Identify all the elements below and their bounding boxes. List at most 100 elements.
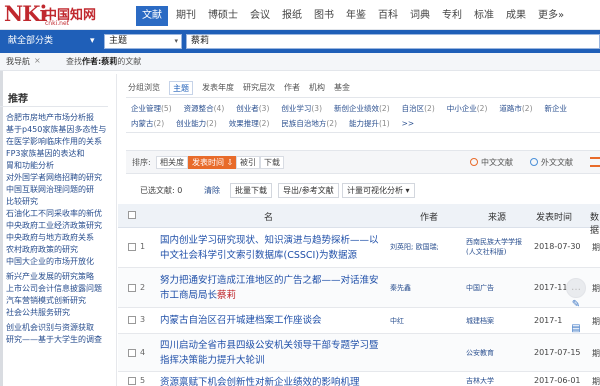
tab-author[interactable]: 作者 bbox=[284, 81, 300, 95]
tab-fund[interactable]: 基金 bbox=[334, 81, 350, 95]
nav-tab-books[interactable]: 图书 bbox=[310, 6, 338, 26]
recommend-item[interactable]: FP3家族基因的表达和 bbox=[6, 148, 110, 160]
nav-tab-more[interactable]: 更多» bbox=[534, 6, 568, 26]
sidebar-title: 推荐 bbox=[8, 94, 28, 105]
export-references-button[interactable]: 导出/参考文献 bbox=[278, 183, 339, 198]
tab-publish-year[interactable]: 发表年度 bbox=[202, 81, 234, 95]
tab-group-browse[interactable]: 分组浏览 bbox=[128, 81, 160, 95]
recommend-item[interactable]: 中央政府与地方政府关系 bbox=[6, 232, 110, 244]
nav-tab-standards[interactable]: 标准 bbox=[470, 6, 498, 26]
nav-tab-conferences[interactable]: 会议 bbox=[246, 6, 274, 26]
breadcrumb-prefix: 查找 bbox=[66, 57, 82, 66]
nav-tab-achievements[interactable]: 成果 bbox=[502, 6, 530, 26]
topic-filter-item[interactable]: 能力提升(1) bbox=[349, 117, 390, 130]
recommend-item[interactable]: 汽车营销模式创新研究 bbox=[6, 295, 110, 307]
recommend-item[interactable]: 胃和功能分析 bbox=[6, 160, 110, 172]
recommend-item[interactable]: 新兴产业发展的研究策略 bbox=[6, 271, 110, 283]
list-view-icon[interactable] bbox=[590, 157, 600, 167]
result-title-link[interactable]: 内蒙古自治区召开城建档案工作座谈会 bbox=[160, 313, 382, 328]
close-icon[interactable]: × bbox=[34, 56, 41, 65]
result-source[interactable]: 中国广告 bbox=[466, 283, 524, 293]
recommend-item[interactable]: 农村政府政策的研究 bbox=[6, 244, 110, 256]
result-source[interactable]: 西南民族大学学报(人文社科版) bbox=[466, 237, 524, 257]
topic-filter-item[interactable]: 道路市(2) bbox=[499, 102, 532, 115]
recommend-item[interactable]: 研究——基于大学生的调查 bbox=[6, 334, 110, 346]
topic-filter-item[interactable]: 内蒙古(2) bbox=[131, 117, 164, 130]
result-source[interactable]: 公安教育 bbox=[466, 348, 524, 358]
nav-tab-dictionary[interactable]: 词典 bbox=[406, 6, 434, 26]
result-title-link[interactable]: 国内创业学习研究现状、知识演进与趋势探析——以中文社会科学引文索引数据库(CSS… bbox=[160, 233, 382, 263]
chinese-literature-toggle[interactable]: 中文文献 bbox=[470, 157, 513, 168]
topic-filter-item[interactable]: 效果推理(2) bbox=[229, 117, 270, 130]
result-title-link[interactable]: 四川启动全省市县四级公安机关领导干部专题学习暨指挥决策能力提升大轮训 bbox=[160, 338, 382, 368]
tab-topic[interactable]: 主题 bbox=[169, 81, 193, 95]
nav-tab-newspapers[interactable]: 报纸 bbox=[278, 6, 306, 26]
nav-tab-encyclopedia[interactable]: 百科 bbox=[374, 6, 402, 26]
topic-filter-item[interactable]: 创业能力(2) bbox=[176, 117, 217, 130]
result-title-link[interactable]: 努力把通安打造成江淮地区的广告之都——对话淮安市工商局局长蔡莉 bbox=[160, 273, 382, 303]
chevron-down-icon[interactable]: ▾ bbox=[90, 33, 95, 50]
recommend-item[interactable]: 合肥市房地产市场分析报 bbox=[6, 112, 110, 124]
sort-date-button[interactable]: 发表时间 ⇩ bbox=[188, 156, 238, 169]
sort-cited-button[interactable]: 被引 bbox=[236, 156, 260, 169]
topic-filter-item[interactable]: 新企业 bbox=[545, 102, 568, 115]
nav-tab-theses[interactable]: 博硕士 bbox=[204, 6, 242, 26]
topic-filter-item[interactable]: 中小企业(2) bbox=[447, 102, 488, 115]
result-database: 期 bbox=[592, 243, 600, 252]
topic-filter-item[interactable]: 创业者(3) bbox=[236, 102, 269, 115]
topic-filter-item[interactable]: 自治区(2) bbox=[402, 102, 435, 115]
result-source[interactable]: 吉林大学 bbox=[466, 376, 524, 386]
sort-relevance-button[interactable]: 相关度 bbox=[156, 156, 188, 169]
nav-tab-journals[interactable]: 期刊 bbox=[172, 6, 200, 26]
foreign-literature-toggle[interactable]: 外文文献 bbox=[530, 157, 573, 168]
recommend-item[interactable]: 上市公司会计信息披露问题 bbox=[6, 283, 110, 295]
tab-institution[interactable]: 机构 bbox=[309, 81, 325, 95]
result-author[interactable]: 中红 bbox=[390, 316, 438, 326]
recommend-item[interactable]: 在医学影响临床作用的关系 bbox=[6, 136, 110, 148]
category-dropdown[interactable]: 献全部分类 bbox=[6, 33, 55, 50]
nav-tab-patents[interactable]: 专利 bbox=[438, 6, 466, 26]
recommend-item[interactable]: 比较研究 bbox=[6, 196, 110, 208]
recommend-item[interactable]: 对外国学者网络招聘的研究 bbox=[6, 172, 110, 184]
result-action-bar: 已选文献: 0 清除 批量下载 导出/参考文献 计量可视化分析 ▾ bbox=[126, 180, 600, 202]
cnki-logo[interactable]: NKi 中国知网 cnki.net bbox=[4, 1, 116, 27]
chat-icon[interactable]: … bbox=[566, 278, 586, 298]
row-checkbox[interactable] bbox=[128, 243, 136, 251]
tab-research-level[interactable]: 研究层次 bbox=[243, 81, 275, 95]
batch-download-button[interactable]: 批量下载 bbox=[230, 183, 272, 198]
topic-filter-item[interactable]: 民族自治地方(2) bbox=[281, 117, 337, 130]
topic-filter-item[interactable]: 企业管理(5) bbox=[131, 102, 172, 115]
topic-filter-item[interactable]: 资源整合(4) bbox=[184, 102, 225, 115]
edit-icon[interactable]: ✎ bbox=[566, 296, 586, 316]
recommend-item[interactable]: 基于p450家族基因多态性与 bbox=[6, 124, 110, 136]
nav-tab-yearbooks[interactable]: 年鉴 bbox=[342, 6, 370, 26]
breadcrumb-nav-link[interactable]: 我导航 bbox=[6, 56, 30, 67]
result-author[interactable]: 秦先鑫 bbox=[390, 283, 438, 293]
recommend-item[interactable]: 石油化工不同采收率的新优 bbox=[6, 208, 110, 220]
result-author[interactable]: 刘英阳; 欧国瑞; 蔡莉 bbox=[390, 242, 438, 252]
search-field-select[interactable]: 主题 ▾ bbox=[104, 34, 182, 49]
nav-tab-literature[interactable]: 文献 bbox=[136, 6, 168, 26]
row-checkbox[interactable] bbox=[128, 316, 136, 324]
recommend-item[interactable]: 中国大企业的市场开放化 bbox=[6, 256, 110, 268]
row-checkbox[interactable] bbox=[128, 377, 136, 385]
select-all-checkbox[interactable] bbox=[128, 211, 136, 219]
column-publish-date[interactable]: 发表时间 bbox=[536, 210, 572, 223]
visual-analysis-dropdown[interactable]: 计量可视化分析 ▾ bbox=[342, 183, 415, 198]
topic-filter-item[interactable]: 新创企业绩效(2) bbox=[334, 102, 390, 115]
result-title-link[interactable]: 资源禀赋下机会创新性对新企业绩效的影响机理 bbox=[160, 375, 382, 386]
document-icon[interactable]: ▤ bbox=[566, 320, 586, 340]
row-checkbox[interactable] bbox=[128, 349, 136, 357]
more-filters-link[interactable]: >> bbox=[402, 117, 415, 130]
result-source[interactable]: 城建档案 bbox=[466, 316, 524, 326]
recommend-item[interactable]: 创业机会识别与资源获取 bbox=[6, 322, 110, 334]
clear-selection-link[interactable]: 清除 bbox=[204, 185, 220, 196]
sort-download-button[interactable]: 下载 bbox=[260, 156, 284, 169]
row-checkbox[interactable] bbox=[128, 284, 136, 292]
topic-filter-item[interactable]: 创业学习(3) bbox=[281, 102, 322, 115]
search-input[interactable]: 蔡莉 bbox=[186, 34, 600, 49]
recommend-item[interactable]: 中国互联网治理问题的研 bbox=[6, 184, 110, 196]
recommend-item[interactable]: 中央政府工业经济政策研究 bbox=[6, 220, 110, 232]
recommend-item[interactable]: 社会公共服务研究 bbox=[6, 307, 110, 319]
table-row: 3 内蒙古自治区召开城建档案工作座谈会 中红 城建档案 2017-1 期 bbox=[118, 308, 600, 334]
